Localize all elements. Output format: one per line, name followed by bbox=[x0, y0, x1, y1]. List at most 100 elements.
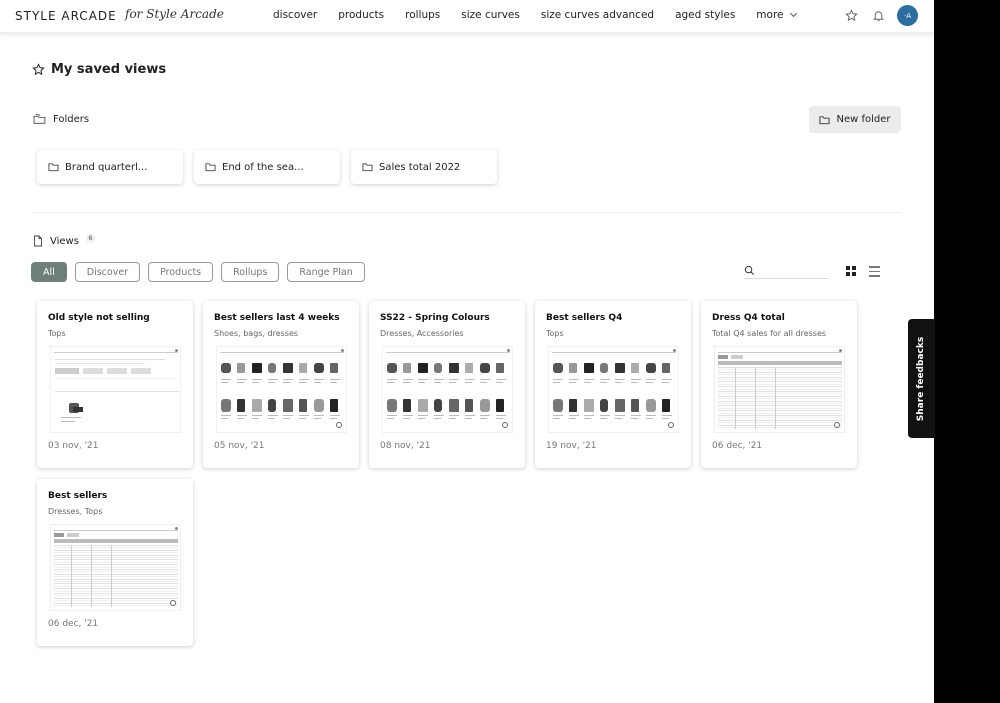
thumbnail-detail bbox=[718, 415, 842, 416]
grid-view-icon[interactable] bbox=[846, 266, 856, 277]
thumbnail-detail bbox=[507, 349, 510, 352]
thumbnail-detail bbox=[449, 363, 459, 373]
bell-icon[interactable] bbox=[870, 8, 886, 24]
folder-item[interactable]: Sales total 2022 bbox=[351, 150, 497, 184]
card-title: Best sellers Q4 bbox=[546, 313, 623, 323]
folder-item[interactable]: Brand quarterl... bbox=[37, 150, 183, 184]
thumbnail-detail bbox=[55, 363, 145, 364]
thumbnail-detail bbox=[433, 379, 444, 380]
thumbnail-detail bbox=[646, 418, 653, 419]
thumbnail-detail bbox=[54, 350, 178, 353]
saved-view-card[interactable]: Best sellers Dresses, Tops 06 dec, '21 bbox=[37, 479, 193, 646]
nav-size-curves-advanced[interactable]: size curves advanced bbox=[541, 9, 654, 21]
thumbnail-detail bbox=[298, 382, 306, 383]
card-subtitle: Dresses, Accessories bbox=[380, 329, 464, 338]
nav-aged-styles[interactable]: aged styles bbox=[675, 9, 735, 21]
thumbnail-detail bbox=[568, 363, 577, 373]
thumbnail-detail bbox=[54, 581, 178, 582]
thumbnail-detail bbox=[252, 418, 259, 419]
filter-all[interactable]: All bbox=[31, 262, 67, 282]
thumbnail-detail bbox=[433, 363, 442, 373]
thumbnail-detail bbox=[553, 363, 563, 373]
folder-name: Brand quarterl... bbox=[65, 161, 148, 173]
thumbnail-detail bbox=[170, 600, 176, 606]
filter-rollups[interactable]: Rollups bbox=[221, 262, 280, 282]
thumbnail-detail bbox=[735, 367, 736, 429]
thumbnail-detail bbox=[387, 415, 397, 416]
thumbnail-detail bbox=[314, 379, 324, 380]
thumbnail-detail bbox=[252, 382, 259, 383]
thumbnail-detail bbox=[298, 415, 309, 416]
thumbnail-detail bbox=[718, 386, 842, 388]
thumbnail-detail bbox=[755, 367, 756, 429]
thumbnail-detail bbox=[718, 422, 842, 424]
thumbnail-detail bbox=[464, 399, 473, 412]
folder-icon bbox=[48, 163, 59, 172]
thumbnail-detail bbox=[175, 349, 178, 352]
card-thumbnail bbox=[50, 524, 181, 611]
thumbnail-detail bbox=[54, 593, 178, 594]
nav-more-label: more bbox=[756, 9, 784, 21]
thumbnail-detail bbox=[402, 415, 413, 416]
thumbnail-detail bbox=[718, 393, 842, 395]
saved-view-card[interactable]: Best sellers Q4 Tops 19 nov, '21 bbox=[535, 301, 691, 468]
thumbnail-detail bbox=[568, 418, 576, 419]
thumbnail-detail bbox=[236, 418, 244, 419]
new-folder-button[interactable]: New folder bbox=[809, 106, 901, 133]
thumbnail-detail bbox=[480, 379, 490, 380]
thumbnail-detail bbox=[718, 400, 842, 402]
avatar[interactable]: ·A bbox=[897, 5, 918, 26]
star-icon[interactable] bbox=[843, 8, 859, 24]
filter-discover[interactable]: Discover bbox=[74, 262, 141, 282]
thumbnail-detail bbox=[402, 363, 411, 373]
thumbnail-detail bbox=[718, 412, 842, 414]
card-subtitle: Tops bbox=[546, 329, 564, 338]
thumbnail-detail bbox=[568, 415, 579, 416]
thumbnail-detail bbox=[298, 418, 306, 419]
nav-rollups[interactable]: rollups bbox=[405, 9, 440, 21]
thumbnail-detail bbox=[54, 583, 178, 585]
thumbnail-detail bbox=[584, 415, 594, 416]
brand-logo[interactable]: STYLE ARCADE bbox=[15, 9, 117, 23]
card-thumbnail bbox=[714, 346, 845, 433]
thumbnail-detail bbox=[298, 363, 307, 373]
thumbnail-detail bbox=[480, 399, 490, 412]
thumbnail-detail bbox=[599, 379, 610, 380]
thumbnail-detail bbox=[495, 418, 503, 419]
thumbnail-detail bbox=[252, 363, 262, 373]
thumbnail-detail bbox=[418, 418, 425, 419]
saved-view-card[interactable]: Dress Q4 total Total Q4 sales for all dre… bbox=[701, 301, 857, 468]
thumbnail-detail bbox=[54, 549, 178, 551]
nav-products[interactable]: products bbox=[338, 9, 384, 21]
list-view-icon[interactable] bbox=[869, 266, 880, 277]
top-navigation-bar: STYLE ARCADE for Style Arcade discover p… bbox=[0, 0, 934, 33]
thumbnail-detail bbox=[329, 418, 337, 419]
thumbnail-detail bbox=[495, 382, 503, 383]
thumbnail-detail bbox=[54, 561, 178, 563]
thumbnail-detail bbox=[661, 363, 670, 373]
thumbnail-detail bbox=[387, 418, 394, 419]
thumbnail-detail bbox=[615, 363, 625, 373]
filter-range-plan[interactable]: Range Plan bbox=[287, 262, 365, 282]
nav-discover[interactable]: discover bbox=[273, 9, 317, 21]
thumbnail-detail bbox=[54, 595, 178, 597]
thumbnail-detail bbox=[718, 379, 842, 380]
thumbnail-detail bbox=[402, 379, 413, 380]
filter-products[interactable]: Products bbox=[148, 262, 214, 282]
search-input[interactable] bbox=[744, 263, 829, 279]
card-title: Old style not selling bbox=[48, 313, 150, 323]
nav-more[interactable]: more bbox=[756, 9, 797, 21]
thumbnail-detail bbox=[54, 585, 178, 587]
nav-size-curves[interactable]: size curves bbox=[461, 9, 520, 21]
saved-view-card[interactable]: Old style not selling Tops 03 nov, '21 bbox=[37, 301, 193, 468]
thumbnail-detail bbox=[54, 554, 178, 556]
thumbnail-detail bbox=[314, 363, 324, 373]
saved-view-card[interactable]: Best sellers last 4 weeks Shoes, bags, dr… bbox=[203, 301, 359, 468]
saved-view-card[interactable]: SS22 - Spring Colours Dresses, Accessorie… bbox=[369, 301, 525, 468]
thumbnail-detail bbox=[615, 382, 622, 383]
thumbnail-detail bbox=[54, 573, 178, 575]
thumbnail-detail bbox=[283, 415, 293, 416]
share-feedback-tab[interactable]: Share feedbacks bbox=[908, 319, 935, 438]
thumbnail-detail bbox=[584, 399, 594, 412]
folder-item[interactable]: End of the sea... bbox=[194, 150, 340, 184]
